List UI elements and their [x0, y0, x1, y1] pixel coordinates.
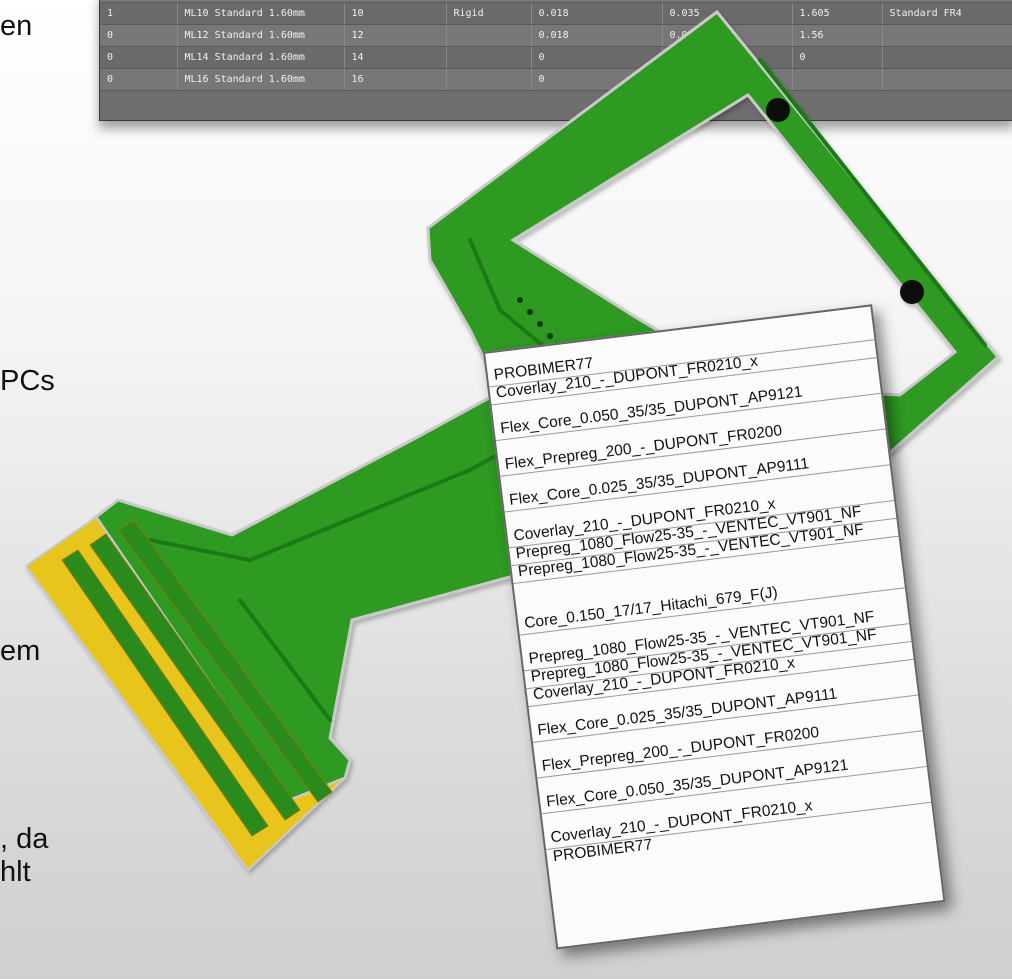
mounting-hole [766, 98, 790, 122]
layer-stack-list: PROBIMER77 Coverlay_210_-_DUPONT_FR0210_… [483, 304, 946, 950]
mounting-hole [900, 280, 924, 304]
